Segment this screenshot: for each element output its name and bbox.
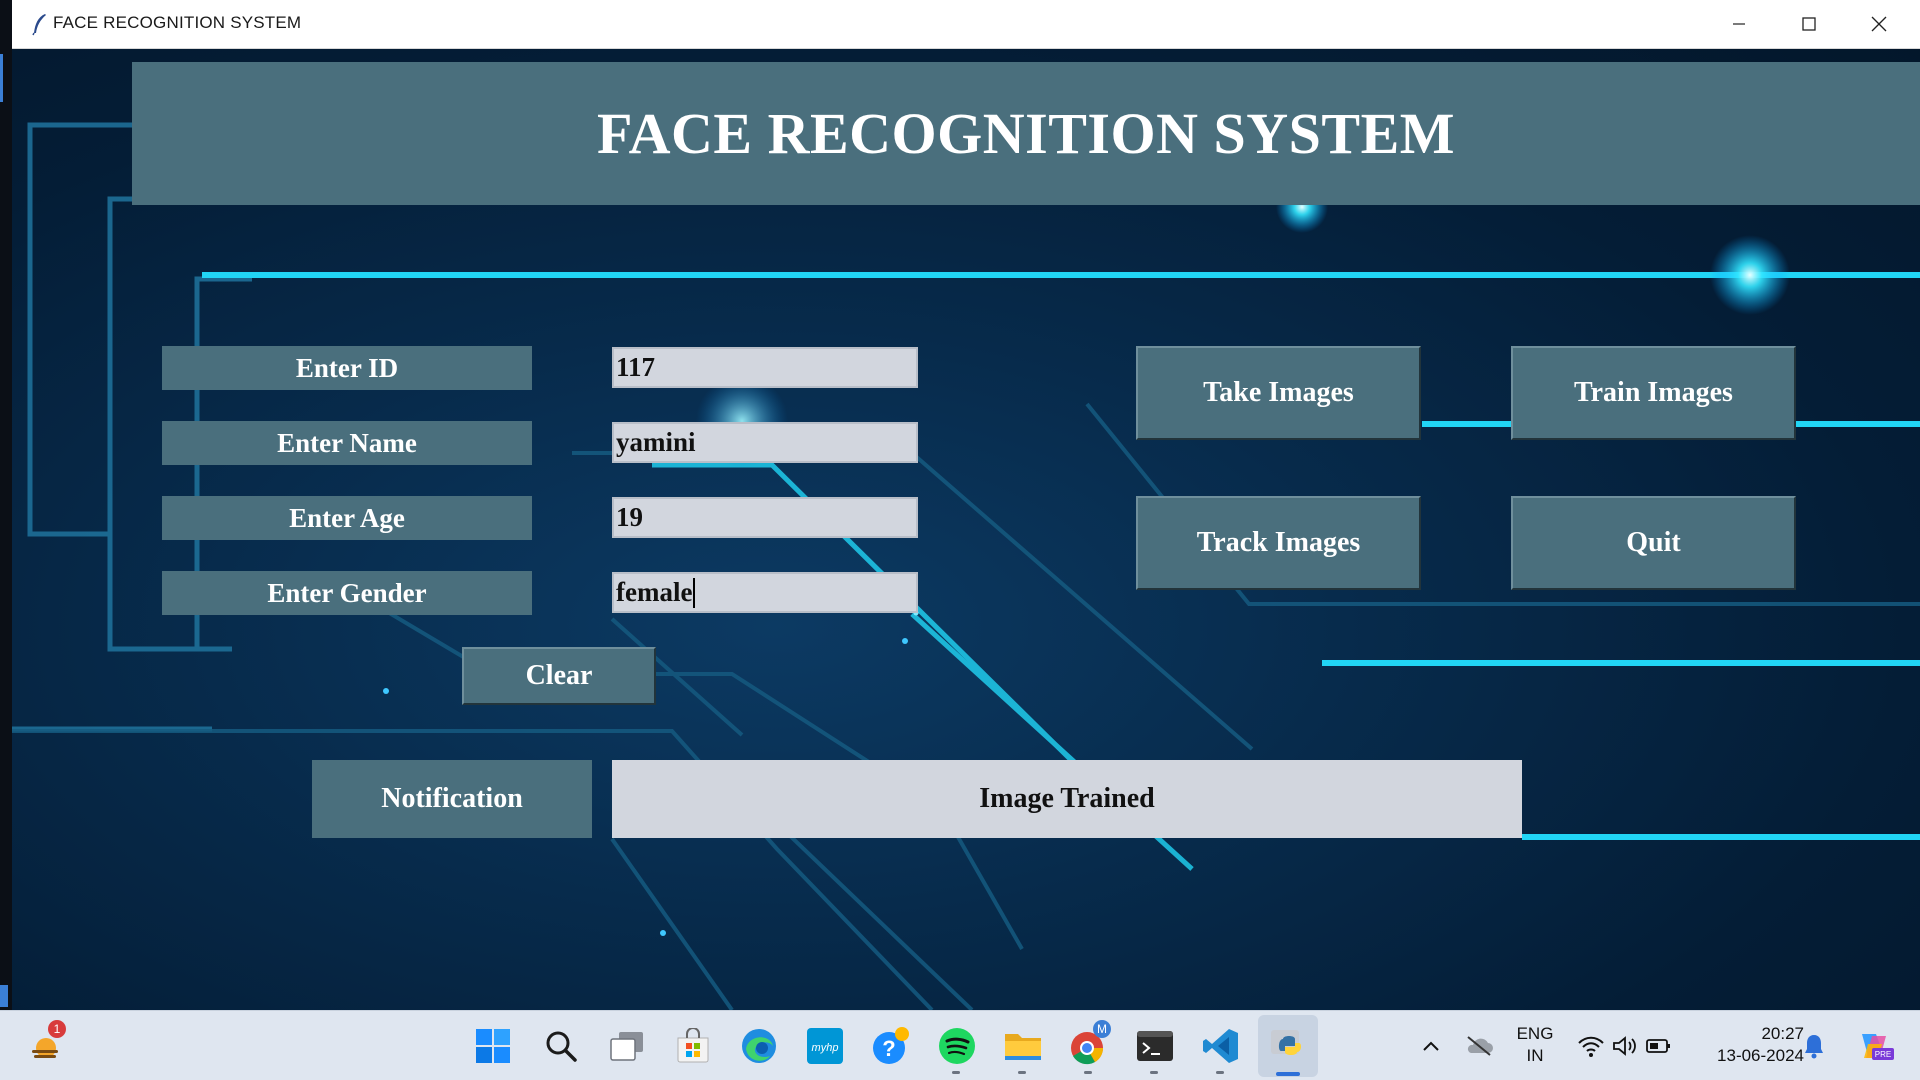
python-button[interactable]: [1264, 1022, 1312, 1076]
running-indicator: [952, 1071, 960, 1074]
notification-label: Notification: [312, 760, 592, 838]
start-icon: [476, 1029, 510, 1063]
maximize-button[interactable]: [1774, 0, 1844, 48]
active-indicator: [1276, 1072, 1300, 1076]
start-button[interactable]: [469, 1022, 517, 1070]
clear-button[interactable]: Clear: [462, 647, 656, 705]
gender-label: Enter Gender: [162, 571, 532, 615]
notification-message: Image Trained: [612, 760, 1522, 838]
minimize-icon: [1733, 23, 1745, 25]
window-left-edge: [0, 0, 12, 1010]
clock-date: 13-06-2024: [1717, 1046, 1804, 1065]
myhp-button[interactable]: myhp: [801, 1022, 849, 1070]
microsoft-store-icon: [677, 1028, 709, 1063]
spotify-icon: [939, 1028, 975, 1064]
weather-badge: 1: [48, 1020, 66, 1038]
age-field[interactable]: 19: [612, 497, 918, 538]
window-title: FACE RECOGNITION SYSTEM: [53, 13, 302, 32]
name-label: Enter Name: [162, 421, 532, 465]
gender-field-value: female: [616, 577, 693, 607]
id-field[interactable]: 117: [612, 347, 918, 388]
notifications-button[interactable]: [1794, 1022, 1834, 1070]
id-label: Enter ID: [162, 346, 532, 390]
chrome-button[interactable]: M: [1065, 1020, 1113, 1074]
get-help-button[interactable]: ?: [867, 1022, 915, 1070]
language-indicator[interactable]: ENG IN: [1510, 1023, 1560, 1067]
quit-button[interactable]: Quit: [1511, 496, 1796, 590]
app-canvas: FACE RECOGNITION SYSTEM Enter ID Enter N…: [12, 49, 1920, 1010]
task-view-button[interactable]: [603, 1022, 651, 1070]
region-text: IN: [1526, 1046, 1544, 1065]
show-hidden-icons-button[interactable]: [1407, 1022, 1455, 1070]
chevron-up-icon: [1423, 1041, 1439, 1051]
clock-time: 20:27: [1761, 1024, 1804, 1043]
text-caret: [693, 577, 696, 608]
spotify-button[interactable]: [933, 1022, 981, 1074]
search-icon: [546, 1031, 577, 1062]
close-button[interactable]: [1844, 0, 1914, 48]
desktop-accent: [0, 54, 3, 102]
age-field-value: 19: [616, 502, 643, 532]
vscode-icon: [1203, 1029, 1238, 1063]
age-label: Enter Age: [162, 496, 532, 540]
get-help-icon: ?: [873, 1027, 909, 1064]
terminal-button[interactable]: [1131, 1022, 1179, 1074]
battery-icon: [1646, 1039, 1670, 1053]
track-images-button[interactable]: Track Images: [1136, 496, 1421, 590]
desktop-accent: [0, 985, 8, 1007]
edge-button[interactable]: [735, 1022, 783, 1070]
taskbar: 1 myhp ? M ENG IN 20:27 13-06-2024 PRE: [0, 1010, 1920, 1080]
name-field[interactable]: yamini: [612, 422, 918, 463]
cloud-off-icon: [1467, 1036, 1493, 1056]
svg-text:?: ?: [882, 1036, 895, 1061]
language-text: ENG: [1516, 1024, 1554, 1043]
vscode-button[interactable]: [1197, 1022, 1245, 1074]
myhp-icon: myhp: [807, 1028, 843, 1064]
name-field-value: yamini: [616, 427, 696, 457]
terminal-icon: [1137, 1031, 1173, 1061]
clock[interactable]: 20:27 13-06-2024: [1694, 1023, 1804, 1067]
running-indicator: [1018, 1071, 1026, 1074]
weather-widget[interactable]: 1: [22, 1020, 70, 1070]
minimize-button[interactable]: [1704, 0, 1774, 48]
volume-icon: [1613, 1036, 1636, 1056]
running-indicator: [1216, 1071, 1224, 1074]
search-button[interactable]: [537, 1022, 585, 1070]
python-icon: [1271, 1030, 1302, 1055]
window-titlebar[interactable]: FACE RECOGNITION SYSTEM: [12, 0, 1920, 49]
copilot-button[interactable]: PRE: [1850, 1022, 1898, 1070]
task-view-icon: [610, 1032, 643, 1061]
maximize-icon: [1802, 17, 1816, 31]
chrome-profile-badge: M: [1093, 1020, 1111, 1038]
bell-icon: [1805, 1035, 1823, 1059]
wifi-icon: [1578, 1036, 1604, 1057]
onedrive-button[interactable]: [1455, 1022, 1503, 1070]
feather-icon: [30, 12, 50, 36]
file-explorer-icon: [1005, 1034, 1041, 1060]
file-explorer-button[interactable]: [999, 1022, 1047, 1074]
running-indicator: [1150, 1071, 1158, 1074]
id-field-value: 117: [616, 352, 656, 382]
quick-settings-button[interactable]: [1570, 1022, 1680, 1070]
running-indicator: [1084, 1071, 1092, 1074]
copilot-badge: PRE: [1872, 1048, 1894, 1060]
page-title: FACE RECOGNITION SYSTEM: [597, 101, 1455, 166]
microsoft-store-button[interactable]: [669, 1022, 717, 1070]
train-images-button[interactable]: Train Images: [1511, 346, 1796, 440]
close-icon: [1871, 16, 1887, 32]
edge-icon: [742, 1029, 776, 1063]
copilot-icon: [1862, 1034, 1886, 1058]
gender-field[interactable]: female: [612, 572, 918, 613]
header-banner: FACE RECOGNITION SYSTEM: [132, 62, 1920, 205]
take-images-button[interactable]: Take Images: [1136, 346, 1421, 440]
myhp-text: myhp: [812, 1042, 839, 1054]
